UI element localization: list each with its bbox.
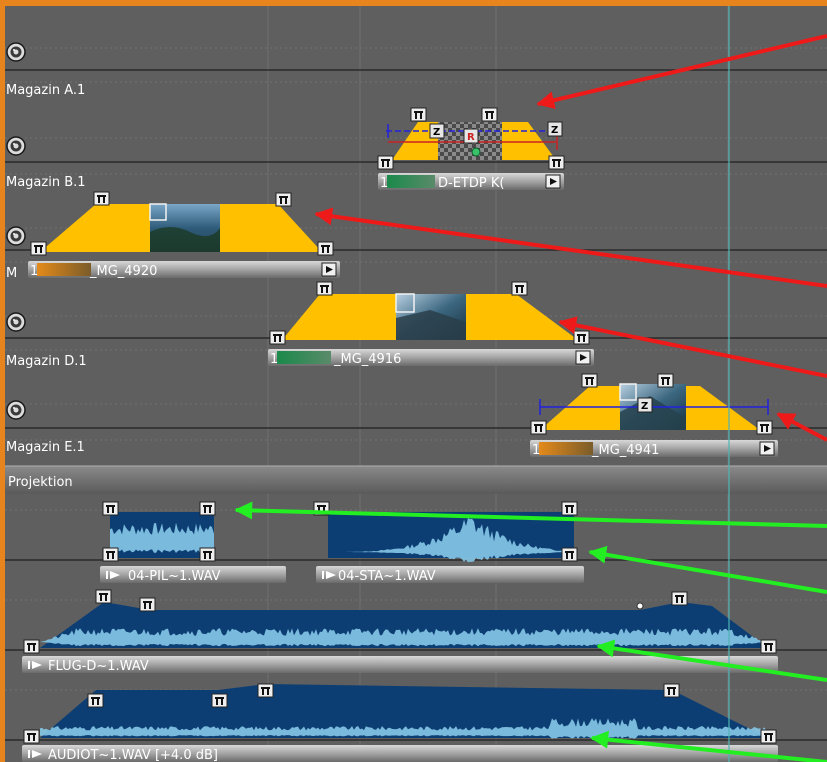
- svg-text:Z: Z: [433, 127, 440, 138]
- projection-header: [5, 466, 827, 494]
- fade-handle-icon[interactable]: [95, 589, 112, 604]
- zoom-marker-icon[interactable]: Z: [429, 123, 445, 139]
- speaker-icon[interactable]: [6, 136, 26, 156]
- clip-label: _MG_4920: [89, 264, 157, 279]
- fade-handle-icon[interactable]: [23, 639, 40, 654]
- fade-handle-icon[interactable]: [548, 155, 565, 170]
- fade-handle-icon[interactable]: [199, 501, 216, 516]
- track-label-e: Magazin E.1: [6, 440, 85, 455]
- fade-handle-icon[interactable]: [102, 547, 119, 562]
- fade-handle-icon[interactable]: [317, 241, 334, 256]
- expand-icon[interactable]: [575, 350, 591, 365]
- track-label-a: Magazin A.1: [6, 83, 85, 98]
- fade-handle-icon[interactable]: [30, 241, 47, 256]
- speaker-icon[interactable]: [6, 42, 26, 62]
- clip-label: 04-PIL~1.WAV: [128, 569, 221, 584]
- fade-handle-icon[interactable]: [663, 683, 680, 698]
- fade-handle-icon[interactable]: [573, 330, 590, 345]
- rotation-marker-icon[interactable]: R: [463, 128, 479, 144]
- fade-handle-icon[interactable]: [410, 107, 427, 122]
- track-label-c: M: [6, 266, 17, 281]
- clip-prefix: 1: [270, 352, 278, 367]
- fade-handle-icon[interactable]: [561, 501, 578, 516]
- fade-handle-icon[interactable]: [257, 683, 274, 698]
- clip-prefix: 1: [380, 176, 388, 191]
- fade-handle-icon[interactable]: [139, 597, 156, 612]
- fade-handle-icon[interactable]: [756, 420, 773, 435]
- track-label-d: Magazin D.1: [6, 354, 87, 369]
- clip-label: AUDIOT~1.WAV [+4.0 dB]: [48, 748, 218, 762]
- speaker-icon[interactable]: [6, 226, 26, 246]
- fade-handle-icon[interactable]: [760, 639, 777, 654]
- svg-text:Z: Z: [551, 125, 558, 136]
- clip-label: D-ETDP K(: [438, 176, 504, 191]
- clip-label: _MG_4916: [333, 352, 401, 367]
- fade-handle-icon[interactable]: [561, 547, 578, 562]
- fade-handle-icon[interactable]: [93, 191, 110, 206]
- fade-handle-icon[interactable]: [377, 155, 394, 170]
- clip-label: FLUG-D~1.WAV: [48, 659, 149, 674]
- audio-clip-4[interactable]: AUDIOT~1.WAV [+4.0 dB]: [22, 683, 778, 762]
- svg-text:Z: Z: [641, 401, 648, 412]
- fade-handle-icon[interactable]: [511, 281, 528, 296]
- track-label-b: Magazin B.1: [6, 175, 86, 190]
- fade-handle-icon[interactable]: [657, 373, 674, 388]
- projection-label: Projektion: [8, 475, 73, 490]
- zoom-marker-icon[interactable]: Z: [637, 397, 653, 413]
- fade-handle-icon[interactable]: [211, 693, 228, 708]
- svg-text:R: R: [467, 132, 475, 143]
- fade-handle-icon[interactable]: [275, 192, 292, 207]
- fade-handle-icon[interactable]: [23, 729, 40, 744]
- clip-label: _MG_4941: [591, 443, 659, 458]
- fade-handle-icon[interactable]: [199, 547, 216, 562]
- speaker-icon[interactable]: [6, 312, 26, 332]
- expand-icon[interactable]: [759, 441, 775, 456]
- fade-handle-icon[interactable]: [481, 107, 498, 122]
- fade-handle-icon[interactable]: [87, 693, 104, 708]
- timeline-window: Projektion Magazin A.1 Magazin B.1 M Mag…: [0, 0, 827, 762]
- node-icon[interactable]: [471, 147, 481, 157]
- expand-icon[interactable]: [321, 262, 337, 277]
- expand-icon[interactable]: [545, 174, 561, 189]
- fade-handle-icon[interactable]: [530, 420, 547, 435]
- fade-handle-icon[interactable]: [581, 373, 598, 388]
- speaker-icon[interactable]: [6, 400, 26, 420]
- clip-prefix: 1: [532, 443, 540, 458]
- fade-handle-icon[interactable]: [671, 591, 688, 606]
- timeline-canvas: Projektion Magazin A.1 Magazin B.1 M Mag…: [0, 0, 827, 762]
- node-icon[interactable]: [636, 602, 644, 610]
- zoom-marker-icon[interactable]: Z: [547, 121, 563, 137]
- fade-handle-icon[interactable]: [316, 281, 333, 296]
- fade-handle-icon[interactable]: [269, 330, 286, 345]
- fade-handle-icon[interactable]: [760, 729, 777, 744]
- fade-handle-icon[interactable]: [102, 501, 119, 516]
- clip-label: 04-STA~1.WAV: [338, 569, 436, 584]
- clip-prefix: 1: [30, 264, 38, 279]
